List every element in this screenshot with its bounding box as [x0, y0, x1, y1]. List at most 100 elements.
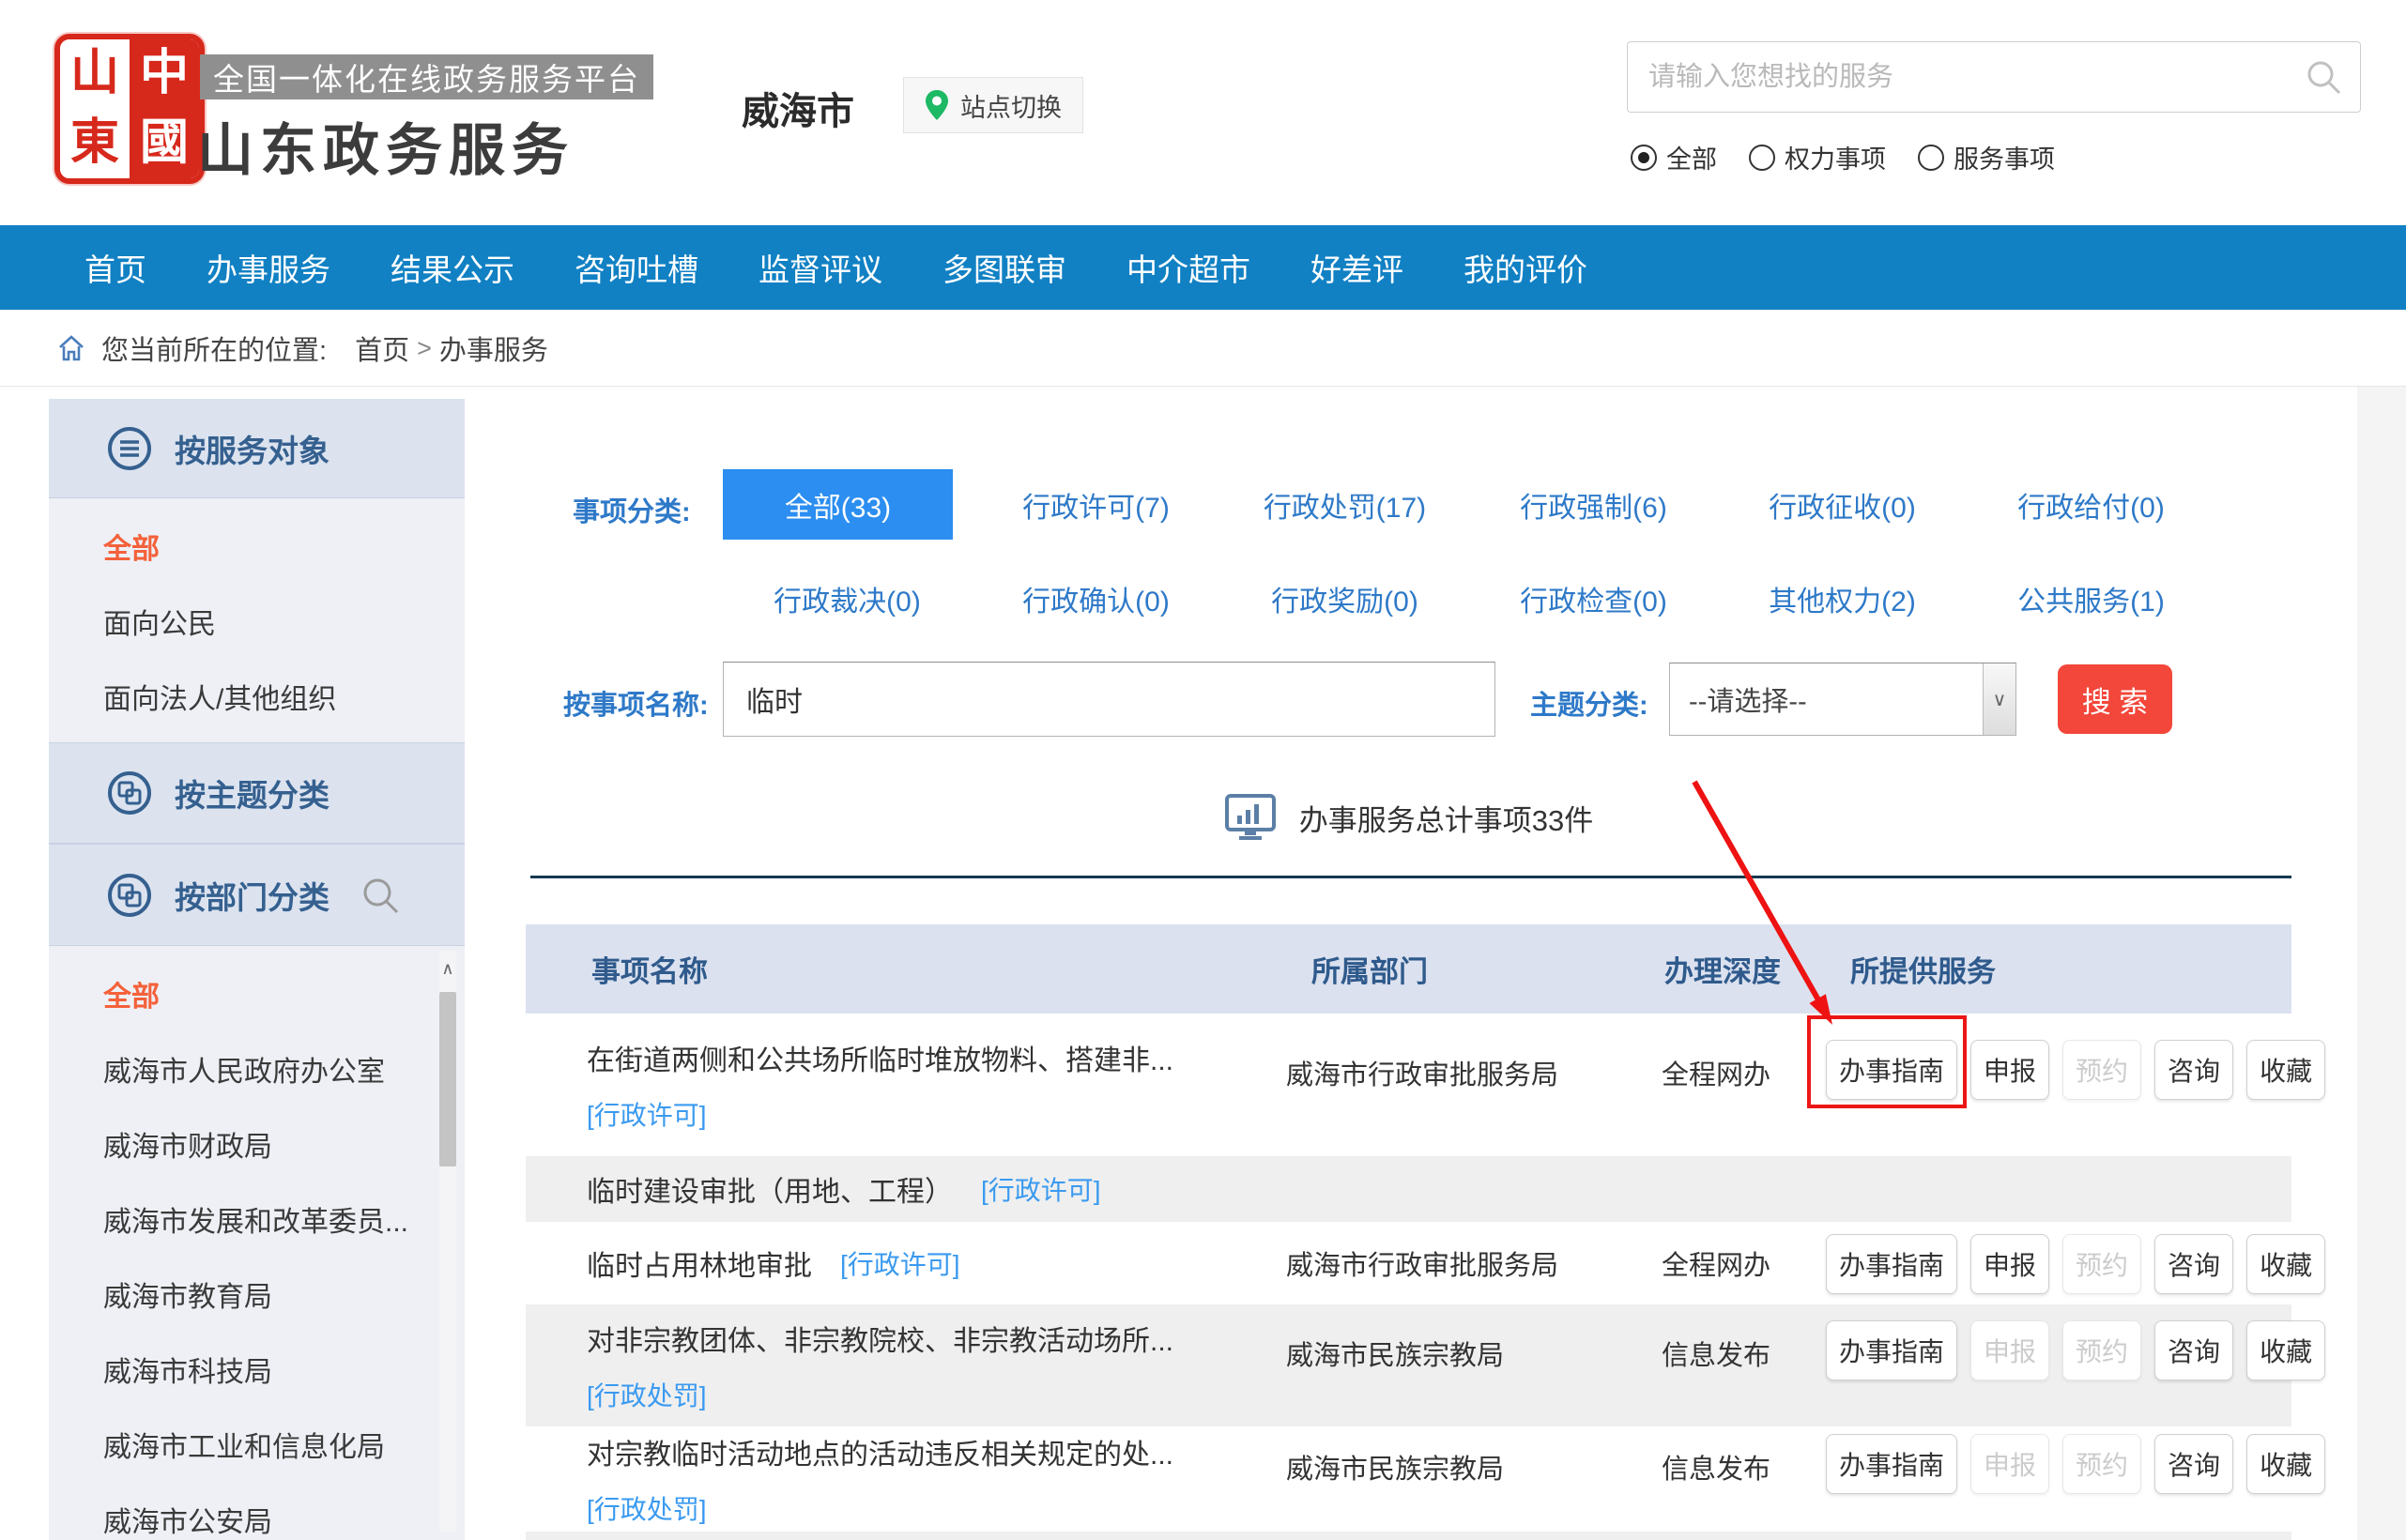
nav-item-办事服务[interactable]: 办事服务	[207, 245, 330, 290]
platform-banner: 全国一体化在线政务服务平台	[200, 54, 653, 99]
sidebar-item-全部[interactable]: 全部	[49, 960, 465, 1035]
service-button-咨询[interactable]: 咨询	[2154, 1434, 2233, 1494]
sidebar-item-威海市发展和改革委员...[interactable]: 威海市发展和改革委员...	[49, 1185, 465, 1260]
scrollbar-thumb[interactable]	[439, 992, 456, 1166]
service-button-收藏[interactable]: 收藏	[2246, 1234, 2325, 1294]
breadcrumb-current[interactable]: 办事服务	[439, 328, 548, 368]
item-name-link[interactable]: 临时建设审批（用地、工程）	[587, 1168, 953, 1210]
service-button-咨询[interactable]: 咨询	[2154, 1320, 2233, 1380]
category-filter-行政处罚[interactable]: 行政处罚(17)	[1264, 484, 1426, 526]
sidebar-item-威海市公安局[interactable]: 威海市公安局	[49, 1486, 465, 1540]
sidebar-item-威海市财政局[interactable]: 威海市财政局	[49, 1110, 465, 1185]
item-name-filter-label: 按事项名称:	[563, 683, 709, 723]
sidebar-item-威海市科技局[interactable]: 威海市科技局	[49, 1335, 465, 1410]
category-filter-行政奖励[interactable]: 行政奖励(0)	[1271, 578, 1418, 619]
item-name-link[interactable]: 在街道两侧和公共场所临时堆放物料、搭建非...	[587, 1037, 1173, 1078]
department-search-icon[interactable]	[360, 875, 401, 916]
service-button-预约: 预约	[2062, 1040, 2141, 1100]
service-button-申报[interactable]: 申报	[1970, 1234, 2049, 1294]
topic-select[interactable]: --请选择-- ∨	[1669, 663, 2016, 736]
category-filter-其他权力[interactable]: 其他权力(2)	[1769, 578, 1916, 619]
scope-radio-服务事项[interactable]: 服务事项	[1918, 139, 2055, 175]
service-button-收藏[interactable]: 收藏	[2246, 1434, 2325, 1494]
service-button-收藏[interactable]: 收藏	[2246, 1040, 2325, 1100]
nav-item-首页[interactable]: 首页	[84, 245, 146, 290]
item-name-link[interactable]: 对非宗教团体、非宗教院校、非宗教活动场所...	[587, 1318, 1173, 1359]
item-name-link[interactable]: 临时占用林地审批	[587, 1243, 812, 1284]
topic-filter-label: 主题分类:	[1530, 683, 1648, 723]
radio-circle-icon	[1631, 145, 1657, 171]
radio-circle-icon	[1918, 145, 1944, 171]
sidebar-section-by-service-target[interactable]: 按服务对象	[49, 399, 465, 498]
nav-item-多图联审[interactable]: 多图联审	[942, 245, 1066, 290]
search-button[interactable]: 搜 索	[2058, 664, 2172, 734]
item-depth: 全程网办	[1662, 1053, 1770, 1092]
category-filter-行政检查[interactable]: 行政检查(0)	[1520, 578, 1667, 619]
category-filter-公共服务[interactable]: 公共服务(1)	[2017, 578, 2165, 619]
nav-item-中介超市[interactable]: 中介超市	[1126, 245, 1250, 290]
main-content: 事项分类: 全部(33) 行政许可(7) 行政处罚(17) 行政强制(6) 行政征收(0…	[526, 399, 2291, 1540]
item-name-link[interactable]: 对宗教临时活动地点的活动违反相关规定的处...	[587, 1431, 1173, 1472]
service-button-收藏[interactable]: 收藏	[2246, 1320, 2325, 1380]
scope-radio-权力事项[interactable]: 权力事项	[1749, 139, 1886, 175]
category-filter-行政征收[interactable]: 行政征收(0)	[1769, 484, 1916, 526]
summary-text: 办事服务总计事项33件	[1299, 797, 1593, 839]
column-header-depth: 办理深度	[1664, 924, 1781, 1014]
service-buttons: 办事指南申报预约咨询收藏	[1826, 1040, 2325, 1100]
header-search-input[interactable]	[1628, 62, 2304, 93]
city-name: 威海市	[742, 81, 854, 135]
nav-item-咨询吐槽[interactable]: 咨询吐槽	[575, 245, 698, 290]
sidebar-item-威海市人民政府办公室[interactable]: 威海市人民政府办公室	[49, 1035, 465, 1110]
scrollbar-up-arrow-icon[interactable]: ∧	[439, 951, 456, 986]
sidebar-item-全部[interactable]: 全部	[49, 512, 465, 587]
header-search-box	[1627, 41, 2361, 113]
search-scope-radios: 全部权力事项 服务事项	[1631, 139, 2055, 175]
category-filter-全部[interactable]: 全部(33)	[723, 469, 953, 540]
category-filter-行政许可[interactable]: 行政许可(7)	[1022, 484, 1170, 526]
category-filter-行政确认[interactable]: 行政确认(0)	[1022, 578, 1170, 619]
service-button-办事指南[interactable]: 办事指南	[1826, 1434, 1957, 1494]
item-name-input[interactable]	[724, 663, 1494, 736]
site-switch-button[interactable]: 站点切换	[903, 77, 1083, 133]
sidebar-item-威海市教育局[interactable]: 威海市教育局	[49, 1260, 465, 1335]
seal-left-column: 山 東	[60, 39, 130, 178]
service-button-办事指南[interactable]: 办事指南	[1826, 1320, 1957, 1380]
service-button-申报[interactable]: 申报	[1970, 1040, 2049, 1100]
category-filter-行政给付[interactable]: 行政给付(0)	[2017, 484, 2165, 526]
service-button-办事指南[interactable]: 办事指南	[1826, 1234, 1957, 1294]
category-filter-label: 事项分类:	[573, 490, 691, 529]
service-button-咨询[interactable]: 咨询	[2154, 1234, 2233, 1294]
service-button-咨询[interactable]: 咨询	[2154, 1040, 2233, 1100]
breadcrumb-home[interactable]: 首页	[355, 328, 409, 368]
category-filter-行政强制[interactable]: 行政强制(6)	[1520, 484, 1667, 526]
sidebar-item-面向公民[interactable]: 面向公民	[49, 587, 465, 663]
service-buttons: 办事指南申报预约咨询收藏	[1826, 1434, 2325, 1494]
table-row: 在街道两侧和公共场所临时堆放物料、搭建非...[行政许可]威海市行政审批服务局全…	[526, 1014, 2291, 1156]
sidebar-item-威海市工业和信息化局[interactable]: 威海市工业和信息化局	[49, 1410, 465, 1486]
search-icon[interactable]	[2304, 57, 2343, 97]
scope-radio-全部[interactable]: 全部	[1631, 139, 1717, 175]
item-depth: 信息发布	[1662, 1334, 1770, 1373]
nav-item-监督评议[interactable]: 监督评议	[759, 245, 882, 290]
nav-item-好差评[interactable]: 好差评	[1310, 245, 1403, 290]
seal-char: 國	[130, 109, 199, 178]
shandong-seal-logo: 山 東 中 國	[54, 34, 205, 184]
sidebar-section-by-department[interactable]: 按部门分类	[49, 844, 465, 946]
category-filter-行政裁决[interactable]: 行政裁决(0)	[774, 578, 921, 619]
radio-label: 服务事项	[1954, 139, 2055, 175]
page-right-gutter	[2357, 387, 2406, 1540]
item-name-cell: 对宗教临时活动地点的活动违反相关规定的处...[行政处罚]	[587, 1426, 1173, 1532]
service-button-办事指南[interactable]: 办事指南	[1826, 1040, 1957, 1100]
header: 山 東 中 國 全国一体化在线政务服务平台 山东政务服务 威海市 站点切换	[0, 0, 2406, 225]
breadcrumb-separator: >	[417, 334, 432, 363]
monitor-chart-icon	[1224, 793, 1277, 842]
nav-item-我的评价[interactable]: 我的评价	[1464, 245, 1587, 290]
item-category-tag: [行政许可]	[587, 1095, 707, 1133]
nav-item-结果公示[interactable]: 结果公示	[391, 245, 514, 290]
sidebar-section-by-topic[interactable]: 按主题分类	[49, 742, 465, 844]
table-body: 在街道两侧和公共场所临时堆放物料、搭建非...[行政许可]威海市行政审批服务局全…	[526, 1014, 2291, 1540]
sidebar-item-面向法人/其他组织[interactable]: 面向法人/其他组织	[49, 663, 465, 738]
squares-circle-icon	[107, 873, 152, 918]
item-category-tag: [行政处罚]	[587, 1376, 707, 1413]
sidebar-service-target-list: 全部面向公民面向法人/其他组织	[49, 498, 465, 742]
